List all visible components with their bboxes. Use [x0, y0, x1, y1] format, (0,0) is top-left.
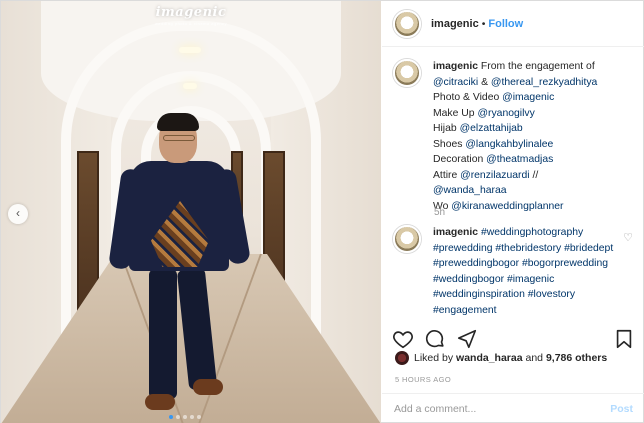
comment-username[interactable]: imagenic — [433, 227, 478, 238]
comment-like-heart-icon[interactable]: ♡ — [623, 231, 633, 244]
likes-line: Liked by wanda_haraa and 9,786 others — [395, 351, 607, 365]
post-timestamp[interactable]: 5 HOURS AGO — [395, 375, 451, 384]
add-comment-input[interactable] — [394, 403, 611, 415]
post-header: imagenic • Follow — [382, 1, 644, 47]
carousel-dot — [197, 415, 201, 419]
avatar[interactable] — [395, 351, 409, 365]
caption-mention[interactable]: @kiranaweddingplanner — [451, 201, 563, 212]
ceiling-light — [179, 47, 201, 53]
caption-text: // — [529, 169, 539, 181]
follow-button[interactable]: Follow — [488, 18, 523, 30]
hashtag-comment: imagenic #weddingphotography #prewedding… — [382, 225, 644, 318]
caption-text: Make Up — [433, 107, 478, 119]
caption-mention[interactable]: @citraciki — [433, 77, 478, 88]
action-bar — [382, 327, 644, 351]
carousel-dot — [183, 415, 187, 419]
photo-subject — [108, 109, 252, 419]
likes-count[interactable]: 9,786 others — [546, 352, 607, 364]
caption-text: Hijab — [433, 123, 460, 134]
caption-comment: imagenic From the engagement of @citraci… — [382, 59, 644, 214]
comment-body: imagenic #weddingphotography #prewedding… — [433, 225, 629, 318]
header-separator: • — [481, 17, 486, 30]
heart-icon[interactable] — [392, 328, 414, 350]
comment: imagenic #weddingphotography #prewedding… — [382, 225, 644, 318]
subject-shoe — [145, 394, 175, 410]
chevron-left-icon: ‹ — [16, 206, 20, 220]
carousel-dot — [190, 415, 194, 419]
bookmark-icon[interactable] — [613, 328, 635, 350]
ceiling-light — [183, 83, 197, 89]
share-icon[interactable] — [456, 328, 478, 350]
subject-shoe — [193, 379, 223, 395]
caption-text: Shoes — [433, 138, 466, 150]
caption-mention[interactable]: @wanda_haraa — [433, 185, 507, 196]
subject-glasses — [163, 135, 195, 141]
post-side-panel: imagenic • Follow imagenic From the enga… — [382, 1, 644, 423]
avatar[interactable] — [393, 59, 421, 87]
caption-text: Decoration — [433, 154, 487, 165]
caption-mention[interactable]: @imagenic — [502, 92, 554, 103]
photo-watermark-subtitle: wedding photo & cinema agency — [154, 21, 228, 26]
carousel-dots — [169, 415, 201, 419]
caption-text: Photo & Video — [433, 92, 503, 103]
avatar[interactable] — [393, 9, 421, 38]
likes-prefix: Liked by — [414, 352, 454, 364]
caption: imagenic From the engagement of @citraci… — [382, 59, 644, 214]
subject-leg — [176, 267, 218, 391]
caption-mention[interactable]: @thereal_rezkyadhitya — [491, 77, 597, 88]
caption-mention[interactable]: @elzattahijab — [460, 123, 523, 134]
carousel-dot — [176, 415, 180, 419]
carousel-dot — [169, 415, 173, 419]
caption-text: From the engagement of — [478, 61, 595, 72]
caption-text: Attire — [433, 169, 461, 181]
comment-hashtags[interactable]: #weddingphotography #prewedding #thebrid… — [433, 227, 613, 316]
photo-watermark: imagenic — [155, 5, 227, 20]
caption-mention[interactable]: @renzilazuardi — [460, 170, 529, 181]
caption-mention[interactable]: @theatmadjas — [486, 154, 553, 165]
caption-mention[interactable]: @ryanogilvy — [477, 108, 534, 119]
post-comment-button[interactable]: Post — [610, 403, 633, 415]
likes-user[interactable]: wanda_haraa — [456, 352, 523, 364]
avatar[interactable] — [393, 225, 421, 253]
post-photo[interactable]: imagenic wedding photo & cinema agency ‹ — [1, 1, 381, 423]
caption-body: imagenic From the engagement of @citraci… — [433, 59, 629, 214]
likes-and: and — [525, 352, 544, 364]
instagram-post: imagenic wedding photo & cinema agency ‹… — [0, 0, 644, 423]
add-comment-bar: Post — [382, 393, 644, 423]
caption-mention[interactable]: @langkahbylinalee — [465, 139, 553, 150]
subject-hair — [157, 113, 199, 131]
caption-text: & — [478, 76, 491, 88]
caption-username[interactable]: imagenic — [433, 61, 478, 72]
header-username[interactable]: imagenic — [431, 18, 479, 30]
carousel-prev-button[interactable]: ‹ — [8, 204, 28, 224]
caption-time: 5h — [434, 207, 446, 218]
comment-icon[interactable] — [424, 328, 446, 350]
subject-leg — [149, 269, 177, 399]
